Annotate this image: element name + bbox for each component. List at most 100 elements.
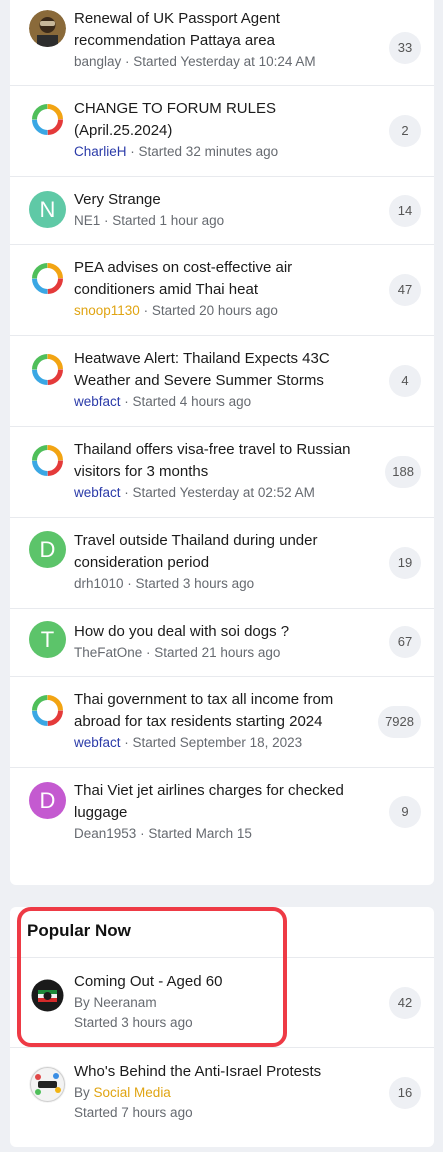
topic-text: Thai Viet jet airlines charges for check… [74, 780, 374, 844]
avatar[interactable] [29, 442, 66, 479]
topic-title[interactable]: CHANGE TO FORUM RULES (April.25.2024) [74, 98, 374, 142]
avatar[interactable] [29, 351, 66, 388]
topic-started: Started 3 hours ago [74, 1015, 193, 1030]
topic-author[interactable]: Dean1953 [74, 826, 136, 841]
topic-started: Started 3 hours ago [135, 576, 255, 591]
topic-title[interactable]: How do you deal with soi dogs ? [74, 621, 374, 643]
topic-row[interactable]: N Very Strange NE1 · Started 1 hour ago … [10, 177, 434, 245]
popular-text: Who's Behind the Anti-Israel Protests By… [74, 1061, 374, 1123]
forum-ring-logo-icon [32, 354, 63, 385]
topic-started: Started September 18, 2023 [132, 735, 303, 750]
avatar[interactable]: T [29, 621, 66, 658]
reply-count-badge: 67 [389, 626, 421, 658]
topic-meta: TheFatOne · Started 21 hours ago [74, 645, 281, 660]
by-label: By [74, 995, 90, 1010]
topic-row[interactable]: Thai government to tax all income from a… [10, 677, 434, 768]
topic-started: Started 1 hour ago [112, 213, 225, 228]
reply-count-badge: 33 [389, 32, 421, 64]
topic-meta: webfact · Started 4 hours ago [74, 394, 252, 409]
topic-meta: webfact · Started Yesterday at 02:52 AM [74, 485, 315, 500]
topic-started: Started Yesterday at 10:24 AM [133, 54, 316, 69]
reply-count-badge: 4 [389, 365, 421, 397]
topic-author[interactable]: drh1010 [74, 576, 124, 591]
topic-text: Renewal of UK Passport Agent recommendat… [74, 8, 374, 72]
topic-text: Travel outside Thailand during under con… [74, 530, 374, 594]
topic-started: Started 4 hours ago [132, 394, 252, 409]
topic-started: Started 7 hours ago [74, 1105, 193, 1120]
reply-count-badge: 7928 [378, 706, 421, 738]
topic-list-card: Renewal of UK Passport Agent recommendat… [10, 0, 434, 885]
topic-author[interactable]: webfact [74, 485, 121, 500]
topic-title[interactable]: Heatwave Alert: Thailand Expects 43C Wea… [74, 348, 374, 392]
avatar[interactable]: N [29, 191, 66, 228]
reply-count-badge: 47 [389, 274, 421, 306]
topic-author[interactable]: TheFatOne [74, 645, 142, 660]
topic-meta: banglay · Started Yesterday at 10:24 AM [74, 54, 316, 69]
topic-row[interactable]: Heatwave Alert: Thailand Expects 43C Wea… [10, 336, 434, 427]
topic-title[interactable]: Renewal of UK Passport Agent recommendat… [74, 8, 374, 52]
popular-text: Coming Out - Aged 60 By Neeranam Started… [74, 971, 374, 1033]
topic-row[interactable]: D Travel outside Thailand during under c… [10, 518, 434, 609]
topic-meta: drh1010 · Started 3 hours ago [74, 576, 255, 591]
topic-author[interactable]: Neeranam [94, 995, 157, 1010]
topic-title[interactable]: PEA advises on cost-effective air condit… [74, 257, 374, 301]
topic-text: How do you deal with soi dogs ? TheFatOn… [74, 621, 374, 663]
topic-author-line: By Neeranam [74, 993, 374, 1013]
topic-author[interactable]: CharlieH [74, 144, 127, 159]
topic-author[interactable]: snoop1130 [74, 303, 140, 318]
by-label: By [74, 1085, 90, 1100]
topic-author[interactable]: webfact [74, 735, 121, 750]
forum-ring-logo-icon [32, 104, 63, 135]
topic-author[interactable]: banglay [74, 54, 121, 69]
avatar[interactable] [29, 977, 66, 1014]
topic-title[interactable]: Thai government to tax all income from a… [74, 689, 374, 733]
avatar[interactable] [29, 692, 66, 729]
topic-started: Started March 15 [148, 826, 252, 841]
forum-ring-logo-icon [32, 263, 63, 294]
reply-count-badge: 16 [389, 1077, 421, 1109]
topic-text: Thailand offers visa-free travel to Russ… [74, 439, 374, 503]
topic-meta: CharlieH · Started 32 minutes ago [74, 144, 279, 159]
avatar[interactable] [29, 1066, 66, 1103]
topic-text: Heatwave Alert: Thailand Expects 43C Wea… [74, 348, 374, 412]
topic-author[interactable]: NE1 [74, 213, 100, 228]
topic-text: CHANGE TO FORUM RULES (April.25.2024) Ch… [74, 98, 374, 162]
topic-row[interactable]: PEA advises on cost-effective air condit… [10, 245, 434, 336]
topic-row[interactable]: CHANGE TO FORUM RULES (April.25.2024) Ch… [10, 86, 434, 177]
topic-row[interactable]: T How do you deal with soi dogs ? TheFat… [10, 609, 434, 677]
topic-title[interactable]: Who's Behind the Anti-Israel Protests [74, 1061, 374, 1083]
reply-count-badge: 19 [389, 547, 421, 579]
topic-title[interactable]: Thailand offers visa-free travel to Russ… [74, 439, 374, 483]
topic-text: Thai government to tax all income from a… [74, 689, 374, 753]
topic-started: Started 32 minutes ago [138, 144, 279, 159]
avatar[interactable] [29, 101, 66, 138]
topic-row[interactable]: D Thai Viet jet airlines charges for che… [10, 768, 434, 866]
avatar[interactable] [29, 260, 66, 297]
topic-row[interactable]: Renewal of UK Passport Agent recommendat… [10, 0, 434, 86]
topic-meta: webfact · Started September 18, 2023 [74, 735, 303, 750]
forum-ring-logo-icon [32, 695, 63, 726]
topic-text: Very Strange NE1 · Started 1 hour ago [74, 189, 374, 231]
topic-started: Started 20 hours ago [151, 303, 278, 318]
topic-title[interactable]: Travel outside Thailand during under con… [74, 530, 374, 574]
popular-now-card: Popular Now Coming Out - Aged 60 By Neer… [10, 907, 434, 1147]
popular-item[interactable]: Coming Out - Aged 60 By Neeranam Started… [10, 958, 434, 1048]
popular-item[interactable]: Who's Behind the Anti-Israel Protests By… [10, 1048, 434, 1138]
topic-meta: snoop1130 · Started 20 hours ago [74, 303, 278, 318]
topic-meta: NE1 · Started 1 hour ago [74, 213, 225, 228]
avatar[interactable] [29, 10, 66, 47]
reply-count-badge: 188 [385, 456, 421, 488]
reply-count-badge: 2 [389, 115, 421, 147]
topic-author[interactable]: Social Media [94, 1085, 171, 1100]
avatar[interactable]: D [29, 782, 66, 819]
topic-title[interactable]: Coming Out - Aged 60 [74, 971, 374, 993]
topic-author-line: By Social Media [74, 1083, 374, 1103]
topic-author[interactable]: webfact [74, 394, 121, 409]
reply-count-badge: 14 [389, 195, 421, 227]
topic-title[interactable]: Very Strange [74, 189, 374, 211]
reply-count-badge: 9 [389, 796, 421, 828]
user-photo-icon [29, 10, 66, 47]
avatar[interactable]: D [29, 531, 66, 568]
topic-row[interactable]: Thailand offers visa-free travel to Russ… [10, 427, 434, 518]
topic-title[interactable]: Thai Viet jet airlines charges for check… [74, 780, 374, 824]
